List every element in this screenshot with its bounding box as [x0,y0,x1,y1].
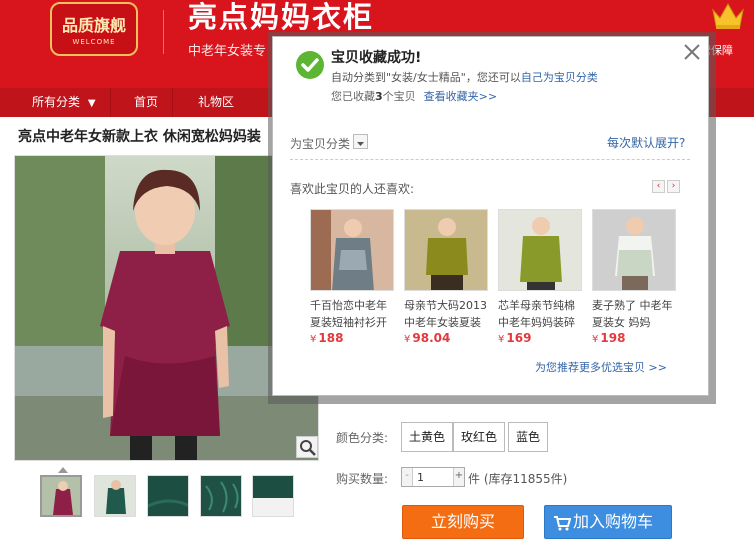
recommendation-title[interactable]: 母亲节大码2013中老年女装夏装 [404,297,488,331]
nav-all-categories-label: 所有分类 [32,95,81,109]
nav-all-categories[interactable]: 所有分类 ▼ [18,88,111,117]
view-favorites-link[interactable]: 查看收藏夹>> [424,90,497,103]
cart-icon [554,516,571,531]
next-page-button[interactable]: › [667,180,680,193]
recommendation-price: ¥169 [498,331,532,345]
thumbnail-image [253,476,293,516]
category-dropdown[interactable] [353,134,368,149]
recommendation-item[interactable]: 麦子熟了 中老年夏装女 妈妈 ¥198 [592,209,676,345]
add-to-cart-label: 加入购物车 [573,512,654,531]
quantity-label: 购买数量: [336,472,389,486]
quantity-input[interactable] [414,468,454,486]
recommendation-title[interactable]: 麦子熟了 中老年夏装女 妈妈 [592,297,676,331]
success-check-icon [296,51,324,79]
custom-category-link[interactable]: 自己为宝贝分类 [521,71,598,84]
magnifier-icon [300,440,316,456]
quantity-decrease-button[interactable]: - [402,468,413,486]
color-option-button[interactable]: 蓝色 [508,422,549,452]
recommendation-photo [499,210,581,290]
shop-logo[interactable]: 品质旗舰 WELCOME [50,2,138,56]
nav-home[interactable]: 首页 [120,88,174,117]
thumbnail-image [95,476,135,516]
nav-gift[interactable]: 礼物区 [184,88,248,117]
also-like-label: 喜欢此宝贝的人还喜欢: [290,182,415,196]
recommendation-item[interactable]: 千百怡恋中老年夏装短袖衬衫开 ¥188 [310,209,394,345]
recommendation-photo [405,210,487,290]
dialog-category-text: 自动分类到"女装/女士精品"，您还可以 [331,71,521,84]
dialog-category-info: 自动分类到"女装/女士精品"，您还可以自己为宝贝分类 [331,69,598,85]
thumbnail[interactable] [147,475,189,517]
color-option-label: 颜色分类: [336,431,389,445]
chevron-down-icon [357,142,364,146]
thumbnail[interactable] [200,475,242,517]
favorite-success-dialog: 宝贝收藏成功! 自动分类到"女装/女士精品"，您还可以自己为宝贝分类 您已收藏3… [272,36,709,396]
recommendation-image[interactable] [498,209,582,291]
quantity-stepper: - + [401,467,465,487]
crown-icon [712,2,744,29]
shop-subtitle: 中老年女装专 [188,44,267,59]
add-to-cart-button[interactable]: 加入购物车 [544,505,672,539]
logo-sub-text: WELCOME [72,38,116,46]
color-option-button[interactable]: 玫红色 [453,422,506,452]
buy-now-button[interactable]: 立刻购买 [402,505,524,539]
zoom-button[interactable] [296,436,318,458]
shop-name[interactable]: 亮点妈妈衣柜 [188,0,374,36]
thumbnail-image [201,476,241,516]
default-expand-link[interactable]: 每次默认展开? [607,134,685,151]
close-icon[interactable] [681,41,703,63]
thumbnail[interactable] [252,475,294,517]
thumbnail-image [148,476,188,516]
header-divider [163,10,164,54]
product-title: 亮点中老年女新款上衣 休闲宽松妈妈装 [18,129,261,145]
logo-main-text: 品质旗舰 [61,16,126,35]
recommendation-title[interactable]: 千百怡恋中老年夏装短袖衬衫开 [310,297,394,331]
thumbnail[interactable] [40,475,82,517]
recommendation-price: ¥198 [592,331,626,345]
caret-down-icon: ▼ [87,98,96,109]
recommendation-photo [593,210,675,290]
prev-page-button[interactable]: ‹ [652,180,665,193]
favorites-count-prefix: 您已收藏 [331,90,375,103]
thumbnail[interactable] [94,475,136,517]
recommendation-photo [311,210,393,290]
recommendation-image[interactable] [592,209,676,291]
dialog-favorites-info: 您已收藏3个宝贝 查看收藏夹>> [331,88,497,104]
favorites-count: 3 [375,90,383,103]
color-option-button[interactable]: 土黄色 [401,422,454,452]
thumb-indicator [58,467,68,473]
recommendation-price: ¥188 [310,331,344,345]
recommendation-title[interactable]: 芯羊母亲节纯棉中老年妈妈装碎 [498,297,582,331]
recommendation-item[interactable]: 芯羊母亲节纯棉中老年妈妈装碎 ¥169 [498,209,582,345]
stock-text: 件 (库存11855件) [468,472,568,486]
category-select-label: 为宝贝分类 [290,137,351,151]
recommendation-image[interactable] [404,209,488,291]
recommendation-item[interactable]: 母亲节大码2013中老年女装夏装 ¥98.04 [404,209,488,345]
quantity-increase-button[interactable]: + [453,468,464,486]
favorites-count-suffix: 个宝贝 [382,90,416,103]
recommendation-image[interactable] [310,209,394,291]
thumbnail-image [42,477,80,515]
more-recommendations-link[interactable]: 为您推荐更多优选宝贝 >> [535,359,667,375]
dialog-title: 宝贝收藏成功! [331,50,422,66]
recommendation-price: ¥98.04 [404,331,451,345]
dialog-divider [290,159,690,160]
